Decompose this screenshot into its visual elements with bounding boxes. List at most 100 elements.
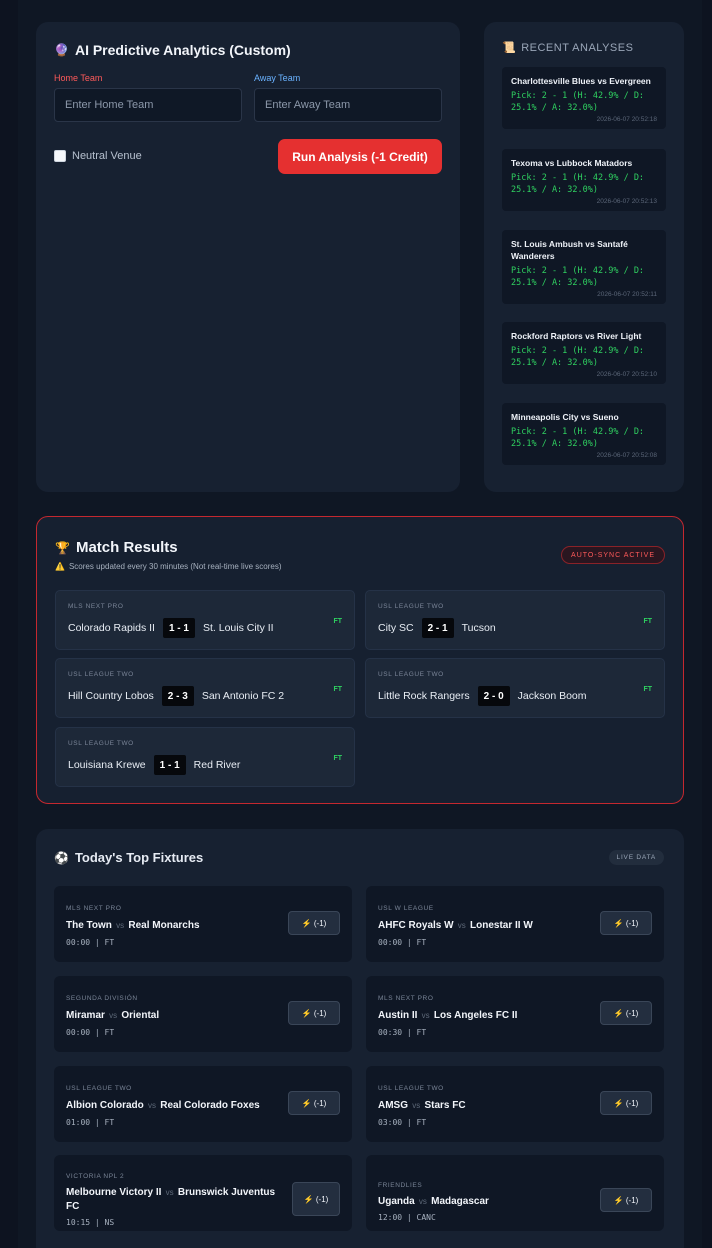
run-analysis-button[interactable]: Run Analysis (-1 Credit) [278, 139, 442, 174]
fixture-vs: vs [419, 1011, 432, 1020]
fixture-analyze-button[interactable]: ⚡ (-1) [600, 1188, 652, 1212]
away-team-label: Away Team [254, 73, 301, 83]
fixture-card: MLS NEXT PRO The Town vs Real Monarchs 00:… [54, 886, 352, 962]
fixture-card: SEGUNDA DIVISIÓN Miramar vs Oriental 00:00… [54, 976, 352, 1052]
score-box: 1 - 1 [162, 618, 195, 638]
recent-analysis-pick: Pick: 2 - 1 (H: 42.9% / D: 25.1% / A: 32… [511, 173, 645, 195]
score-box: 2 - 3 [161, 686, 194, 706]
fixture-time-status: 00:00 | FT [66, 1028, 115, 1037]
fixture-teams: Miramar vs Oriental [66, 1009, 286, 1023]
recent-analyses-card: 📜 RECENT ANALYSES Charlottesville Blues … [484, 22, 684, 492]
fixture-home-team: Albion Colorado [66, 1100, 144, 1111]
fixture-time-status: 10:15 | NS [66, 1218, 115, 1227]
fixture-time-status: 00:00 | FT [378, 938, 427, 947]
recent-analysis-item[interactable]: Rockford Raptors vs River Light Pick: 2 -… [502, 322, 666, 384]
match-league: USL LEAGUE TWO [378, 671, 444, 678]
fixture-away-team: Real Monarchs [128, 920, 200, 931]
away-team-input[interactable] [254, 88, 442, 122]
match-result-card: USL LEAGUE TWO Little Rock Rangers 2 - 0 Ja… [365, 658, 665, 718]
home-team-input[interactable] [54, 88, 242, 122]
live-data-badge: LIVE DATA [608, 850, 664, 865]
home-team-name: Louisiana Krewe [68, 759, 146, 771]
fixture-analyze-button[interactable]: ⚡ (-1) [600, 911, 652, 935]
fixture-vs: vs [410, 1101, 423, 1110]
soccer-ball-icon: ⚽ [54, 850, 69, 865]
fixture-analyze-button[interactable]: ⚡ (-1) [288, 1001, 340, 1025]
fixture-vs: vs [163, 1188, 176, 1197]
recent-analysis-match: Rockford Raptors vs River Light [511, 331, 642, 341]
predictor-title: 🔮 AI Predictive Analytics (Custom) [54, 42, 291, 58]
recent-analysis-match: St. Louis Ambush vs Santafé Wanderers [511, 239, 628, 261]
match-status: FT [643, 686, 652, 693]
fixture-away-team: Real Colorado Foxes [160, 1100, 260, 1111]
match-results-title-text: Match Results [75, 539, 178, 556]
match-status: FT [333, 618, 342, 625]
fixture-home-team: The Town [66, 920, 112, 931]
fixtures-title-text: Today's Top Fixtures [74, 850, 204, 865]
match-status: FT [333, 686, 342, 693]
predictor-title-text: AI Predictive Analytics (Custom) [74, 42, 291, 58]
fixture-card: FRIENDLIES Uganda vs Madagascar 12:00 | CA… [366, 1155, 664, 1231]
fixture-card: USL W LEAGUE AHFC Royals W vs Lonestar II… [366, 886, 664, 962]
match-results-title: 🏆 Match Results [55, 539, 178, 556]
recent-analysis-pick: Pick: 2 - 1 (H: 42.9% / D: 25.1% / A: 32… [511, 91, 645, 113]
match-score-row: Louisiana Krewe 1 - 1 Red River [68, 755, 240, 775]
away-team-name: San Antonio FC 2 [201, 690, 285, 702]
match-league: USL LEAGUE TWO [68, 671, 134, 678]
crystal-ball-icon: 🔮 [54, 43, 69, 57]
match-score-row: Little Rock Rangers 2 - 0 Jackson Boom [378, 686, 587, 706]
recent-analysis-match: Charlottesville Blues vs Evergreen [511, 76, 651, 86]
recent-analysis-item[interactable]: Charlottesville Blues vs Evergreen Pick: … [502, 67, 666, 129]
match-result-card: USL LEAGUE TWO Hill Country Lobos 2 - 3 San… [55, 658, 355, 718]
neutral-venue-label: Neutral Venue [72, 150, 142, 162]
fixture-home-team: AMSG [378, 1100, 408, 1111]
fixture-analyze-button[interactable]: ⚡ (-1) [600, 1091, 652, 1115]
home-team-name: Little Rock Rangers [378, 690, 470, 702]
fixture-teams: AMSG vs Stars FC [378, 1099, 598, 1113]
recent-analysis-match: Texoma vs Lubbock Matadors [511, 158, 633, 168]
recent-analysis-pick: Pick: 2 - 1 (H: 42.9% / D: 25.1% / A: 32… [511, 266, 645, 288]
score-box: 1 - 1 [153, 755, 186, 775]
fixture-analyze-button[interactable]: ⚡ (-1) [288, 911, 340, 935]
fixture-league: SEGUNDA DIVISIÓN [66, 995, 138, 1002]
recent-analysis-timestamp: 2026-06-07 20:52:10 [596, 371, 657, 378]
fixture-league: VICTORIA NPL 2 [66, 1173, 125, 1180]
neutral-venue-checkbox[interactable] [54, 150, 66, 162]
fixture-time-status: 00:00 | FT [66, 938, 115, 947]
fixture-time-status: 01:00 | FT [66, 1118, 115, 1127]
match-results-subtitle-text: Scores updated every 30 minutes (Not rea… [68, 562, 282, 571]
scroll-icon: 📜 [502, 42, 517, 54]
away-team-name: Tucson [461, 622, 496, 634]
fixture-teams: AHFC Royals W vs Lonestar II W [378, 919, 598, 933]
recent-analysis-item[interactable]: Texoma vs Lubbock Matadors Pick: 2 - 1 (H… [502, 149, 666, 211]
fixture-teams: Melbourne Victory II vs Brunswick Juvent… [66, 1186, 286, 1214]
recent-analysis-item[interactable]: St. Louis Ambush vs Santafé Wanderers Pic… [502, 230, 666, 304]
fixture-analyze-button[interactable]: ⚡ (-1) [292, 1182, 340, 1216]
fixture-away-team: Lonestar II W [470, 920, 533, 931]
home-team-name: Hill Country Lobos [68, 690, 154, 702]
fixture-card: USL LEAGUE TWO AMSG vs Stars FC 03:00 | FT… [366, 1066, 664, 1142]
score-box: 2 - 1 [421, 618, 454, 638]
recent-analysis-timestamp: 2026-06-07 20:52:08 [596, 452, 657, 459]
recent-analysis-timestamp: 2026-06-07 20:52:13 [596, 198, 657, 205]
fixture-league: FRIENDLIES [378, 1182, 423, 1189]
fixture-teams: Uganda vs Madagascar [378, 1195, 598, 1209]
fixture-analyze-button[interactable]: ⚡ (-1) [288, 1091, 340, 1115]
fixture-analyze-button[interactable]: ⚡ (-1) [600, 1001, 652, 1025]
fixture-home-team: Austin II [378, 1010, 418, 1021]
match-results-card: 🏆 Match Results ⚠️ Scores updated every … [36, 516, 684, 804]
recent-analysis-pick: Pick: 2 - 1 (H: 42.9% / D: 25.1% / A: 32… [511, 427, 645, 449]
fixture-card: USL LEAGUE TWO Albion Colorado vs Real Co… [54, 1066, 352, 1142]
score-box: 2 - 0 [477, 686, 510, 706]
recent-analyses-title: 📜 RECENT ANALYSES [502, 41, 633, 55]
match-league: USL LEAGUE TWO [68, 740, 134, 747]
neutral-venue-toggle[interactable]: Neutral Venue [54, 150, 142, 162]
fixture-card: VICTORIA NPL 2 Melbourne Victory II vs Br… [54, 1155, 352, 1231]
recent-analysis-item[interactable]: Minneapolis City vs Sueno Pick: 2 - 1 (H:… [502, 403, 666, 465]
fixture-league: USL LEAGUE TWO [66, 1085, 132, 1092]
recent-analysis-match: Minneapolis City vs Sueno [511, 412, 619, 422]
match-score-row: Colorado Rapids II 1 - 1 St. Louis City II [68, 618, 274, 638]
home-team-label: Home Team [54, 73, 103, 83]
fixture-league: USL W LEAGUE [378, 905, 434, 912]
predictor-card: 🔮 AI Predictive Analytics (Custom) Home … [36, 22, 460, 492]
